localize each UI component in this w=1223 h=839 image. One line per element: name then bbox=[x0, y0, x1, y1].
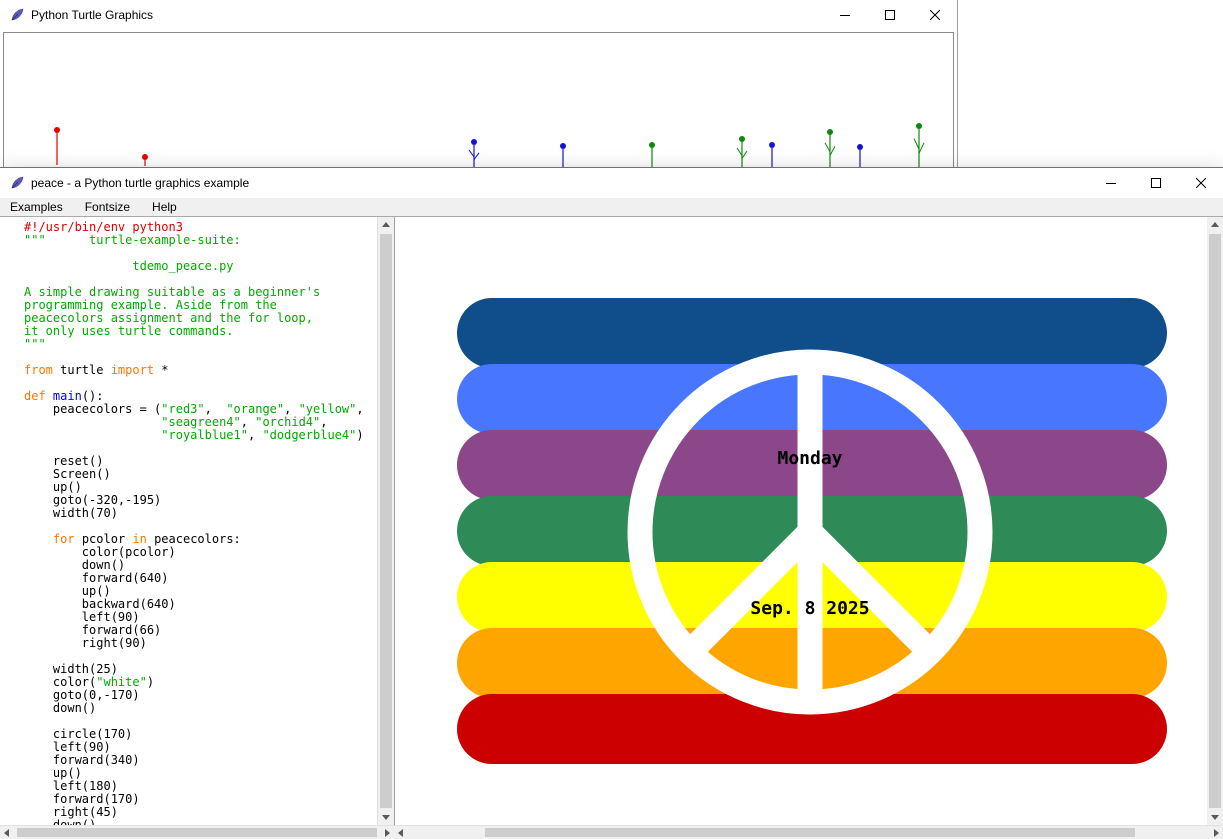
menu-help[interactable]: Help bbox=[141, 198, 188, 217]
scroll-right-icon[interactable] bbox=[385, 829, 390, 837]
tree-branch bbox=[469, 150, 474, 157]
scroll-up-icon[interactable] bbox=[382, 222, 390, 227]
back-window-controls bbox=[822, 0, 957, 30]
scroll-right-icon[interactable] bbox=[1214, 829, 1219, 837]
tree-dot bbox=[649, 142, 655, 148]
maximize-icon bbox=[885, 10, 895, 20]
peace-canvas: Monday Sep. 8 2025 bbox=[394, 217, 1207, 825]
code-line: width(70) bbox=[24, 507, 377, 520]
tree-dot bbox=[827, 129, 833, 135]
front-titlebar[interactable]: peace - a Python turtle graphics example bbox=[0, 168, 1223, 198]
canvas-text: Monday bbox=[777, 448, 842, 469]
canvas-vscroll-thumb[interactable] bbox=[1209, 234, 1221, 808]
scroll-down-icon[interactable] bbox=[1211, 815, 1219, 820]
tree-branch bbox=[742, 151, 747, 159]
tree-dot bbox=[54, 127, 60, 133]
front-window-title: peace - a Python turtle graphics example bbox=[31, 176, 249, 190]
close-icon bbox=[930, 10, 940, 20]
canvas-hscroll-thumb[interactable] bbox=[485, 828, 1135, 837]
code-line: """ bbox=[24, 338, 377, 351]
menubar: Examples Fontsize Help bbox=[0, 198, 1223, 217]
tree-branch bbox=[914, 139, 919, 150]
tree-dot bbox=[560, 143, 566, 149]
back-titlebar[interactable]: Python Turtle Graphics bbox=[0, 0, 957, 30]
tree-dot bbox=[739, 136, 745, 142]
code-vscroll-thumb[interactable] bbox=[380, 234, 392, 808]
code-line: """ turtle-example-suite: bbox=[24, 234, 377, 247]
scroll-down-icon[interactable] bbox=[382, 815, 390, 820]
tree-branch bbox=[825, 143, 830, 152]
front-minimize-button[interactable] bbox=[1088, 168, 1133, 198]
code-hscroll-thumb[interactable] bbox=[17, 828, 377, 837]
front-maximize-button[interactable] bbox=[1133, 168, 1178, 198]
tree-branch bbox=[737, 148, 742, 156]
scroll-left-icon[interactable] bbox=[4, 829, 9, 837]
minimize-icon bbox=[1106, 178, 1116, 188]
code-line: it only uses turtle commands. bbox=[24, 325, 377, 338]
back-close-button[interactable] bbox=[912, 0, 957, 30]
tree-dot bbox=[471, 139, 477, 145]
minimize-icon bbox=[840, 10, 850, 20]
tree-dot bbox=[769, 142, 775, 148]
menu-fontsize[interactable]: Fontsize bbox=[74, 198, 141, 217]
code-line: tdemo_peace.py bbox=[24, 260, 377, 273]
back-window-title: Python Turtle Graphics bbox=[31, 8, 153, 22]
front-close-button[interactable] bbox=[1178, 168, 1223, 198]
tree-dot bbox=[142, 154, 148, 160]
maximize-icon bbox=[1151, 178, 1161, 188]
canvas-horizontal-scrollbar[interactable] bbox=[394, 825, 1223, 839]
peace-canvas-svg: Monday Sep. 8 2025 bbox=[395, 217, 1207, 825]
code-editor[interactable]: #!/usr/bin/env python3""" turtle-example… bbox=[0, 217, 377, 825]
turtle-app-icon bbox=[9, 175, 25, 191]
turtle-app-icon bbox=[9, 7, 25, 23]
tree-branch bbox=[919, 143, 924, 154]
code-vertical-scrollbar[interactable] bbox=[377, 217, 394, 825]
menu-examples[interactable]: Examples bbox=[0, 198, 74, 217]
tree-dot bbox=[857, 144, 863, 150]
back-maximize-button[interactable] bbox=[867, 0, 912, 30]
scroll-up-icon[interactable] bbox=[1211, 222, 1219, 227]
tree-branch bbox=[830, 146, 835, 155]
code-line: "royalblue1", "dodgerblue4") bbox=[24, 429, 377, 442]
back-minimize-button[interactable] bbox=[822, 0, 867, 30]
front-window-controls bbox=[1088, 168, 1223, 198]
code-line: right(90) bbox=[24, 637, 377, 650]
tree-dot bbox=[916, 123, 922, 129]
window-content: #!/usr/bin/env python3""" turtle-example… bbox=[0, 217, 1223, 839]
code-lines: #!/usr/bin/env python3""" turtle-example… bbox=[24, 221, 377, 825]
code-horizontal-scrollbar[interactable] bbox=[0, 825, 394, 839]
code-line: from turtle import * bbox=[24, 364, 377, 377]
canvas-text: Sep. 8 2025 bbox=[750, 598, 869, 619]
peace-example-window: peace - a Python turtle graphics example… bbox=[0, 168, 1223, 839]
close-icon bbox=[1196, 178, 1206, 188]
scroll-left-icon[interactable] bbox=[398, 829, 403, 837]
tree-branch bbox=[474, 153, 479, 160]
canvas-vertical-scrollbar[interactable] bbox=[1207, 217, 1223, 825]
code-line: down() bbox=[24, 702, 377, 715]
